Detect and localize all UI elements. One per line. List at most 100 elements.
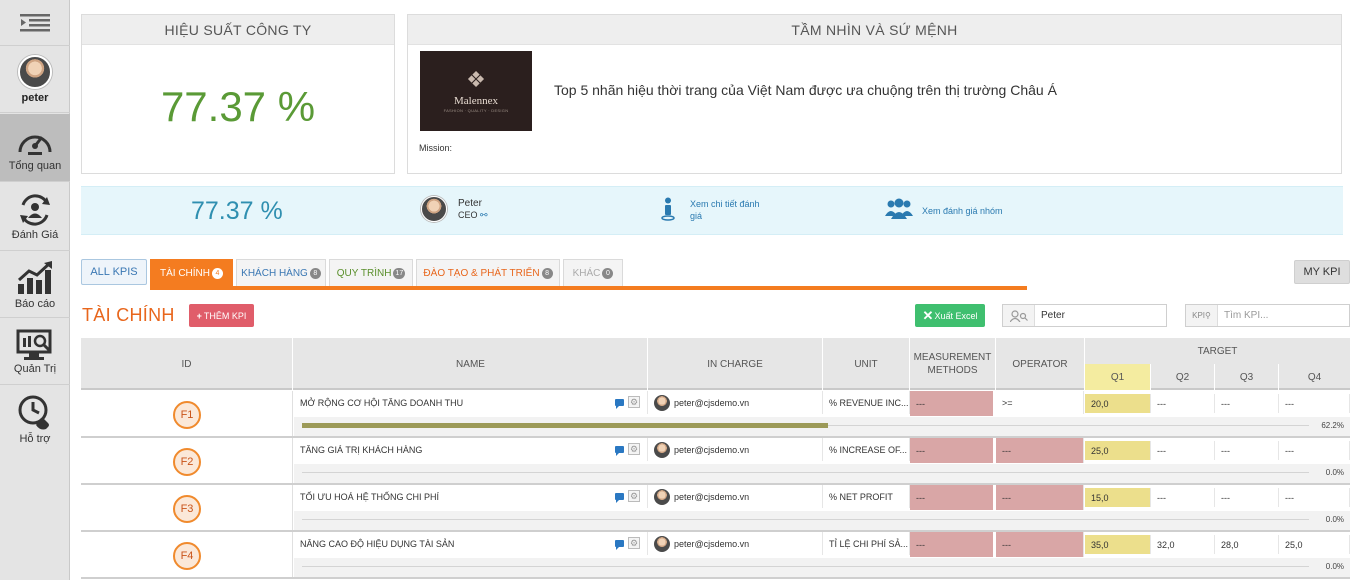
group-users-icon — [885, 198, 913, 219]
kpi-search-input[interactable] — [1218, 305, 1348, 326]
sidebar-item-danh-gia[interactable]: Đánh Giá — [0, 183, 70, 251]
gear-icon[interactable]: ⚙ — [628, 537, 640, 549]
comment-icon[interactable] — [615, 445, 624, 456]
header-measurement: MEASUREMENT METHODS — [910, 338, 996, 390]
target-q4[interactable]: --- — [1279, 394, 1350, 413]
progress-track — [302, 472, 1309, 473]
measurement-cell[interactable]: --- — [910, 438, 995, 463]
target-q4[interactable]: 25,0 — [1279, 535, 1350, 554]
target-q1[interactable]: 20,0 — [1085, 394, 1151, 413]
tab-quy-trinh[interactable]: QUY TRÌNH 17 — [329, 259, 413, 287]
kpi-id-badge[interactable]: F1 — [173, 401, 201, 429]
target-q3[interactable]: 28,0 — [1215, 535, 1279, 554]
in-charge-email: peter@cjsdemo.vn — [674, 444, 750, 455]
user-search-icon — [1003, 305, 1035, 326]
target-q2[interactable]: --- — [1151, 441, 1215, 460]
header-in-charge: IN CHARGE — [648, 338, 823, 390]
header-q3: Q3 — [1215, 364, 1279, 390]
sidebar-item-quan-tri[interactable]: Quản Trị — [0, 319, 70, 385]
progress-track — [302, 566, 1309, 567]
tab-dao-tao-phat-trien[interactable]: ĐÀO TẠO & PHÁT TRIỂN 8 — [416, 259, 560, 287]
comment-icon[interactable] — [615, 398, 624, 409]
kpi-id-badge[interactable]: F3 — [173, 495, 201, 523]
tab-count-badge: 17 — [393, 268, 406, 279]
gear-icon[interactable]: ⚙ — [628, 443, 640, 455]
tab-khac[interactable]: KHÁC 0 — [563, 259, 623, 287]
measurement-cell[interactable]: --- — [910, 391, 995, 416]
menu-toggle-button[interactable] — [0, 0, 70, 46]
mission-label: Mission: — [419, 143, 453, 153]
kpi-name[interactable]: NÂNG CAO ĐỘ HIỆU DỤNG TÀI SẢN — [294, 532, 648, 555]
summary-person-name: Peter — [458, 198, 482, 209]
table-row[interactable]: F4 NÂNG CAO ĐỘ HIỆU DỤNG TÀI SẢN ⚙ peter… — [81, 532, 1350, 579]
measurement-cell[interactable]: --- — [910, 485, 995, 510]
bar-chart-icon — [17, 260, 52, 294]
table-row[interactable]: F1 MỞ RỘNG CƠ HỘI TĂNG DOANH THU ⚙ peter… — [81, 391, 1350, 438]
target-q4[interactable]: --- — [1279, 488, 1350, 507]
sidebar-item-bao-cao[interactable]: Báo cáo — [0, 252, 70, 318]
tab-tai-chinh[interactable]: TÀI CHÍNH 4 — [150, 259, 233, 287]
user-profile[interactable]: peter — [0, 47, 70, 113]
operator-cell[interactable]: --- — [996, 485, 1084, 510]
target-q2[interactable]: --- — [1151, 488, 1215, 507]
view-group-evaluation-link[interactable]: Xem đánh giá nhóm — [922, 205, 1003, 217]
avatar — [654, 394, 670, 411]
kpi-name[interactable]: TĂNG GIÁ TRỊ KHÁCH HÀNG — [294, 438, 648, 461]
comment-icon[interactable] — [615, 492, 624, 503]
add-kpi-button[interactable]: + THÊM KPI — [189, 304, 254, 327]
tab-khach-hang[interactable]: KHÁCH HÀNG 8 — [236, 259, 326, 287]
sidebar-item-ho-tro[interactable]: Hỗ trợ — [0, 386, 70, 454]
progress-bar: 0.0% — [294, 511, 1350, 530]
operator-cell[interactable]: --- — [996, 438, 1084, 463]
person-filter[interactable] — [1002, 304, 1167, 327]
target-q3[interactable]: --- — [1215, 441, 1279, 460]
sidebar-item-label: Tổng quan — [8, 159, 62, 172]
vision-title: TẦM NHÌN VÀ SỨ MỆNH — [408, 15, 1341, 45]
kpi-id-badge[interactable]: F4 — [173, 542, 201, 570]
tab-all-kpis[interactable]: ALL KPIS — [81, 259, 147, 285]
in-charge-email: peter@cjsdemo.vn — [674, 491, 750, 502]
sidebar-item-tong-quan[interactable]: Tổng quan — [0, 114, 70, 182]
summary-strip: 77.37 % Peter CEO ⚯ Xem chi tiết đánh gi… — [81, 186, 1343, 235]
role-text: CEO — [458, 210, 478, 220]
kpi-name[interactable]: MỞ RỘNG CƠ HỘI TĂNG DOANH THU — [294, 391, 648, 414]
operator-cell[interactable]: >= — [996, 391, 1084, 414]
measurement-cell[interactable]: --- — [910, 532, 995, 557]
vision-mission-panel: TẦM NHÌN VÀ SỨ MỆNH ❖ Malennex FASHION ·… — [407, 14, 1342, 174]
target-q2[interactable]: 32,0 — [1151, 535, 1215, 554]
operator-cell[interactable]: --- — [996, 532, 1084, 557]
target-q1[interactable]: 25,0 — [1085, 441, 1151, 460]
unit-cell: % REVENUE INC... — [823, 391, 910, 414]
target-q1[interactable]: 15,0 — [1085, 488, 1151, 507]
my-kpi-button[interactable]: MY KPI — [1294, 260, 1350, 284]
sidebar-item-label: Quản Trị — [13, 362, 57, 375]
comment-icon[interactable] — [615, 539, 624, 550]
in-charge-cell: peter@cjsdemo.vn — [648, 485, 823, 508]
avatar — [654, 535, 670, 552]
kpi-id-badge[interactable]: F2 — [173, 448, 201, 476]
target-q3[interactable]: --- — [1215, 394, 1279, 413]
company-performance-title: HIỆU SUẤT CÔNG TY — [82, 15, 394, 45]
table-row[interactable]: F2 TĂNG GIÁ TRỊ KHÁCH HÀNG ⚙ peter@cjsde… — [81, 438, 1350, 485]
target-q4[interactable]: --- — [1279, 441, 1350, 460]
kpi-name[interactable]: TỐI ƯU HOÁ HỆ THỐNG CHI PHÍ — [294, 485, 648, 508]
kpi-search[interactable]: KPI ⚲ — [1185, 304, 1350, 327]
table-row[interactable]: F3 TỐI ƯU HOÁ HỆ THỐNG CHI PHÍ ⚙ peter@c… — [81, 485, 1350, 532]
progress-bar: 62.2% — [294, 417, 1350, 436]
unit-cell: % NET PROFIT — [823, 485, 910, 508]
header-target: TARGET — [1197, 345, 1238, 357]
tab-underline — [150, 286, 1027, 290]
target-q1[interactable]: 35,0 — [1085, 535, 1151, 554]
person-filter-input[interactable] — [1035, 305, 1165, 326]
target-q3[interactable]: --- — [1215, 488, 1279, 507]
gear-icon[interactable]: ⚙ — [628, 490, 640, 502]
target-q2[interactable]: --- — [1151, 394, 1215, 413]
dashboard-gauge-icon — [18, 135, 52, 155]
gear-icon[interactable]: ⚙ — [628, 396, 640, 408]
logo-tagline: FASHION · QUALITY · DESIGN — [443, 108, 509, 113]
export-excel-button[interactable]: ✕ Xuất Excel — [915, 304, 985, 327]
sidebar-item-label: Đánh Giá — [11, 228, 59, 241]
view-evaluation-detail-link[interactable]: Xem chi tiết đánh giá — [690, 198, 770, 222]
progress-bar: 0.0% — [294, 464, 1350, 483]
in-charge-email: peter@cjsdemo.vn — [674, 397, 750, 408]
